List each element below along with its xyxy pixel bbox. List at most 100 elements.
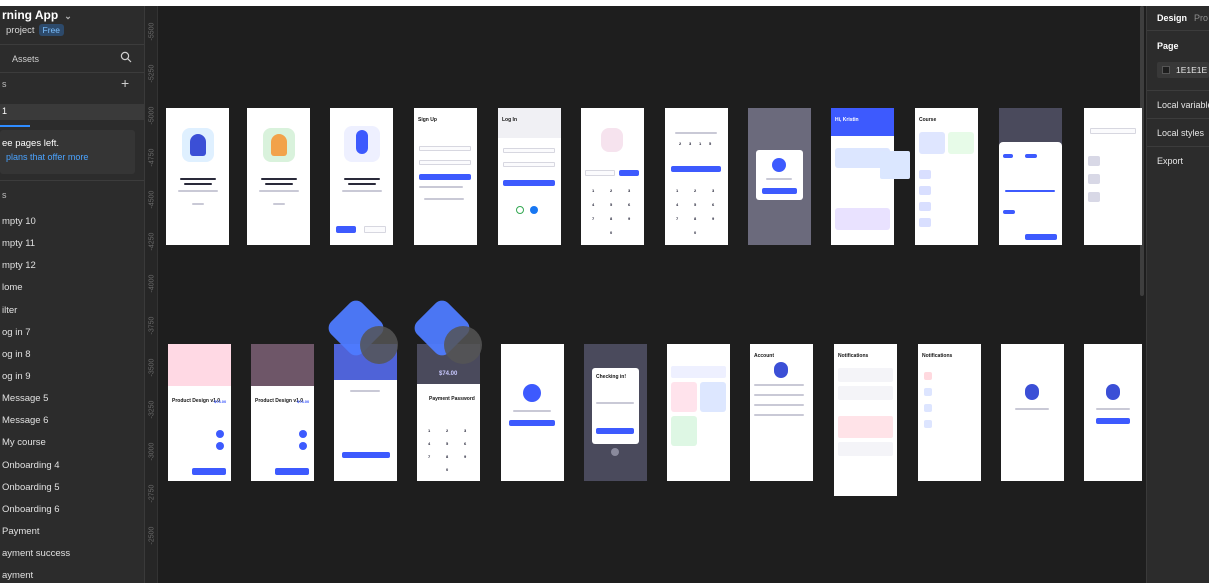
key-7: 7 [676,216,679,221]
screen-onboarding-3[interactable] [330,108,393,245]
screen-filter[interactable] [999,108,1062,245]
otp-digit: 2 [679,141,682,146]
check-in-button [596,428,634,434]
screen-product-detail-a[interactable]: Product Design v1.0 $74.00 [168,344,231,481]
screen-my-course[interactable] [667,344,730,481]
notification-icon [924,388,932,396]
page-item-label: 1 [2,106,8,116]
product-title: Product Design v1.0 [255,398,304,404]
layer-item[interactable]: My course [0,432,144,454]
layer-item[interactable]: Onboarding 4 [0,455,144,477]
layer-item[interactable]: ilter [0,300,144,322]
apply-filter-button [1025,234,1057,240]
phone-illustration [601,128,623,152]
layer-item[interactable]: ayment [0,565,144,583]
text-line [1096,408,1130,410]
screen-onboarding-2[interactable] [247,108,310,245]
screen-empty-state-a[interactable] [1001,344,1064,481]
key-9: 9 [464,454,467,459]
text-line [419,186,463,188]
screen-title: Sign Up [418,117,437,123]
screen-success-modal[interactable] [748,108,811,245]
layer-item[interactable]: og in 8 [0,344,144,366]
file-title-menu[interactable]: rning App ⌄ [2,8,72,22]
filter-sheet [999,142,1062,245]
key-2: 2 [610,188,613,193]
price-slider [1005,190,1055,192]
layer-item[interactable]: mpty 12 [0,255,144,277]
layer-item[interactable]: Message 6 [0,410,144,432]
email-field [419,146,471,151]
upgrade-link[interactable]: plans that offer more [6,152,88,162]
tab-design[interactable]: Design [1157,13,1187,23]
otp-digit: 1 [699,141,702,146]
create-account-button [419,174,471,180]
person-figure [356,130,368,154]
page-item-current[interactable]: 1 [0,104,144,120]
design-canvas[interactable]: Sign Up Log In 1 2 3 4 5 6 7 8 9 0 2 3 1… [158,6,1146,583]
screen-payment[interactable] [334,344,397,481]
key-5: 5 [610,202,613,207]
result-thumb [1088,192,1100,202]
screen-empty-state-b[interactable] [1084,344,1142,481]
course-card [948,132,974,154]
screen-course[interactable]: Course [915,108,978,245]
screen-checking-in[interactable]: Checking in! [584,344,647,481]
layer-item[interactable]: Onboarding 5 [0,477,144,499]
screen-verify-phone[interactable]: 2 3 1 5 1 2 3 4 5 6 7 8 9 0 [665,108,728,245]
search-icon[interactable] [120,51,132,63]
screen-payment-success[interactable] [501,344,564,481]
layers-header: s [2,190,7,200]
screen-title: Payment Password [429,396,475,402]
ruler-tick-label: -4250 [148,232,156,251]
notification-icon [924,404,932,412]
layer-item[interactable]: Payment [0,521,144,543]
add-page-button[interactable]: + [121,76,129,90]
ruler-tick-label: -2500 [148,526,156,545]
play-button [216,430,224,438]
signup-button [336,226,356,233]
screen-notifications-a[interactable]: Notifications [834,344,897,496]
local-styles-row[interactable]: Local styles [1157,128,1204,138]
screen-phone-login[interactable]: 1 2 3 4 5 6 7 8 9 0 [581,108,644,245]
screen-onboarding-1[interactable] [166,108,229,245]
screen-payment-password[interactable]: $74.00 Payment Password 1 2 3 4 5 6 7 8 … [417,344,480,481]
play-button [216,442,224,450]
project-label: project [6,25,35,36]
layer-item[interactable]: ayment success [0,543,144,565]
text-line [180,178,216,180]
local-variables-row[interactable]: Local variable [1157,100,1209,110]
course-thumb [919,186,931,195]
layer-item[interactable]: Message 5 [0,388,144,410]
product-hero [168,344,231,386]
page-color-field[interactable]: 1E1E1E [1157,62,1209,78]
pay-button [342,452,390,458]
screen-notifications-b[interactable]: Notifications [918,344,981,481]
layer-item[interactable]: mpty 10 [0,211,144,233]
key-8: 8 [694,216,697,221]
screen-log-in[interactable]: Log In [498,108,561,245]
color-swatch[interactable] [1162,66,1170,74]
pages-left-text: ee pages left. [2,138,60,149]
screen-product-detail-b[interactable]: Product Design v1.0 $74.00 [251,344,314,481]
divider [1147,30,1209,31]
buy-now-button [275,468,309,475]
layer-item[interactable]: og in 9 [0,366,144,388]
screen-account[interactable]: Account [750,344,813,481]
screen-search[interactable] [1084,108,1142,245]
divider [0,44,144,45]
assets-tab[interactable]: Assets [12,54,39,64]
floating-card[interactable] [880,151,910,179]
search-field [1090,128,1136,134]
layer-item[interactable]: Onboarding 6 [0,499,144,521]
verify-button [671,166,721,172]
export-row[interactable]: Export [1157,156,1183,166]
key-9: 9 [712,216,715,221]
layer-item[interactable]: og in 7 [0,322,144,344]
file-title: rning App [2,8,59,22]
layer-item[interactable]: lome [0,277,144,299]
pages-usage-bar [0,125,30,127]
screen-sign-up[interactable]: Sign Up [414,108,477,245]
tab-prototype[interactable]: Pro [1194,13,1208,23]
layer-item[interactable]: mpty 11 [0,233,144,255]
